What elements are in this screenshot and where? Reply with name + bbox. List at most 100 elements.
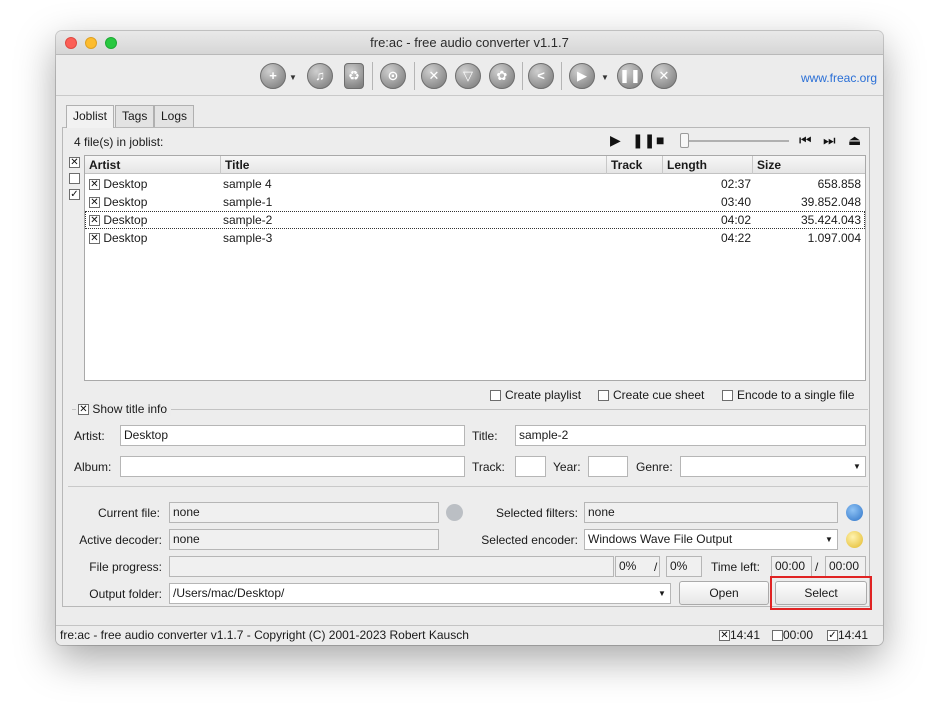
title-field[interactable]: sample-2: [515, 425, 866, 446]
playback-slider-track: [683, 140, 789, 142]
year-label: Year:: [553, 460, 581, 474]
cddb-search-icon[interactable]: ⊙: [380, 63, 406, 89]
next-track-icon[interactable]: ⏭: [823, 132, 836, 150]
status-check-icon: ✕: [719, 630, 730, 642]
toolbar: + ▼ ♫ ♻ ⊙ ✕ ▽ ✿ < ▶ ▼ ❚❚ ✕ www.freac.org: [56, 56, 883, 96]
section-divider: [68, 486, 868, 487]
table-row[interactable]: ✕ Desktop sample-3 04:22 1.097.004: [85, 229, 865, 247]
create-playlist-label: Create playlist: [505, 388, 582, 402]
status-bar: fre:ac - free audio converter v1.1.7 - C…: [56, 625, 883, 645]
row-length: 04:02: [720, 213, 751, 227]
selected-encoder-value: Windows Wave File Output: [588, 532, 733, 546]
active-decoder-field: none: [169, 529, 439, 550]
table-row[interactable]: ✕ Desktop sample 4 02:37 658.858: [85, 175, 865, 193]
table-row-selected[interactable]: ✕ Desktop sample-2 04:02 35.424.043: [85, 211, 865, 229]
chevron-down-icon: ▼: [658, 589, 666, 598]
status-checked-icon: ✓: [827, 630, 838, 642]
filter-icon[interactable]: ▽: [455, 63, 481, 89]
create-cue-sheet-checkbox[interactable]: [598, 390, 609, 402]
select-all-checkbox[interactable]: ✕: [69, 157, 80, 168]
toolbar-separator: [372, 62, 373, 90]
row-length: 04:22: [720, 231, 751, 245]
row-checkbox[interactable]: ✕: [89, 197, 100, 209]
website-link[interactable]: www.freac.org: [801, 71, 877, 85]
output-folder-dropdown[interactable]: /Users/mac/Desktop/ ▼: [169, 583, 671, 604]
encoder-settings-icon[interactable]: [846, 531, 863, 548]
encode-single-file-checkbox[interactable]: [722, 390, 733, 402]
selected-filters-label: Selected filters:: [495, 506, 578, 520]
encode-single-file-option[interactable]: Encode to a single file: [722, 388, 854, 402]
create-playlist-option[interactable]: Create playlist: [490, 388, 581, 402]
create-cue-sheet-label: Create cue sheet: [613, 388, 705, 402]
info-icon[interactable]: [846, 504, 863, 521]
genre-label: Genre:: [636, 460, 673, 474]
file-progress-bar: [169, 556, 614, 577]
create-cue-sheet-option[interactable]: Create cue sheet: [598, 388, 704, 402]
tab-tags[interactable]: Tags: [115, 105, 155, 127]
column-length[interactable]: Length: [663, 156, 753, 174]
share-icon[interactable]: <: [528, 63, 554, 89]
toolbar-separator: [414, 62, 415, 90]
time-total-field: 00:00: [825, 556, 866, 577]
reload-icon[interactable]: [446, 504, 463, 521]
genre-dropdown[interactable]: ▼: [680, 456, 866, 477]
previous-track-icon[interactable]: ⏮: [799, 132, 812, 150]
current-file-field: none: [169, 502, 439, 523]
column-size[interactable]: Size: [753, 156, 865, 174]
tab-logs[interactable]: Logs: [154, 105, 195, 127]
status-time-elapsed: 00:00: [772, 626, 813, 645]
configure-icon[interactable]: ✕: [421, 63, 447, 89]
time-left-label: Time left:: [711, 560, 760, 574]
selection-checks: ✕ ✓: [69, 157, 80, 205]
column-track[interactable]: Track: [607, 156, 663, 174]
row-title: sample-2: [223, 213, 273, 227]
encoder-dropdown[interactable]: Windows Wave File Output ▼: [584, 529, 838, 550]
title-info-frame: [72, 409, 868, 410]
start-encoding-icon[interactable]: ▶: [569, 63, 595, 89]
joblist-count: 4 file(s) in joblist:: [74, 135, 164, 149]
track-label: Track:: [472, 460, 505, 474]
encoder-config-icon[interactable]: ✿: [489, 63, 515, 89]
recycle-icon[interactable]: ♻: [344, 63, 364, 89]
row-checkbox[interactable]: ✕: [89, 179, 100, 191]
tab-joblist[interactable]: Joblist: [66, 105, 115, 128]
app-window: fre:ac - free audio converter v1.1.7 + ▼…: [56, 31, 883, 645]
album-field[interactable]: [120, 456, 465, 477]
row-length: 03:40: [720, 195, 751, 209]
pause-icon[interactable]: ❚❚: [617, 63, 643, 89]
minimize-window-button[interactable]: [85, 37, 97, 49]
year-field[interactable]: [588, 456, 628, 477]
row-checkbox[interactable]: ✕: [89, 215, 100, 227]
select-none-checkbox[interactable]: [69, 173, 80, 184]
show-title-info-toggle[interactable]: ✕ Show title info: [76, 402, 172, 416]
close-window-button[interactable]: [65, 37, 77, 49]
eject-icon[interactable]: ⏏: [848, 132, 861, 150]
cd-audio-icon[interactable]: ♫: [307, 63, 333, 89]
row-checkbox[interactable]: ✕: [89, 233, 100, 245]
track-field[interactable]: [515, 456, 546, 477]
output-folder-value: /Users/mac/Desktop/: [173, 586, 285, 600]
select-button[interactable]: Select: [775, 581, 867, 605]
maximize-window-button[interactable]: [105, 37, 117, 49]
add-files-icon[interactable]: +: [260, 63, 286, 89]
toggle-selection-checkbox[interactable]: ✓: [69, 189, 80, 200]
column-artist[interactable]: Artist: [85, 156, 221, 174]
column-title[interactable]: Title: [221, 156, 607, 174]
play-icon[interactable]: ▶: [610, 132, 621, 150]
add-files-dropdown-icon[interactable]: ▼: [289, 73, 297, 82]
row-title: sample-1: [223, 195, 273, 209]
row-length: 02:37: [720, 177, 751, 191]
stop-icon[interactable]: ✕: [651, 63, 677, 89]
playback-slider-knob[interactable]: [680, 133, 689, 148]
pause-playback-icon[interactable]: ❚❚: [632, 132, 655, 150]
encode-single-file-label: Encode to a single file: [737, 388, 855, 402]
table-row[interactable]: ✕ Desktop sample-1 03:40 39.852.048: [85, 193, 865, 211]
start-encoding-dropdown-icon[interactable]: ▼: [601, 73, 609, 82]
time-separator: /: [815, 560, 819, 574]
artist-field[interactable]: Desktop: [120, 425, 465, 446]
open-button[interactable]: Open: [679, 581, 769, 605]
show-title-info-checkbox[interactable]: ✕: [78, 404, 89, 416]
table-header: Artist Title Track Length Size: [85, 156, 865, 174]
create-playlist-checkbox[interactable]: [490, 390, 501, 402]
stop-playback-icon[interactable]: ■: [656, 132, 664, 150]
